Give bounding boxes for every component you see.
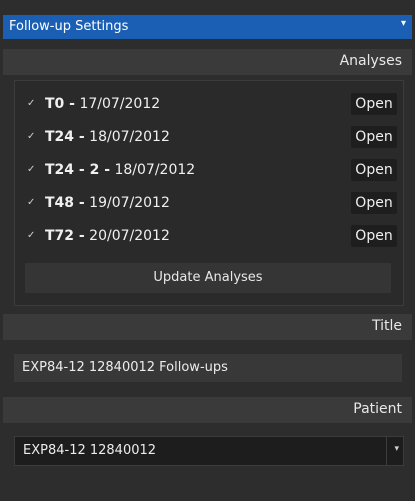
analysis-row: ✓ T24 - 18/07/2012 Open bbox=[15, 126, 403, 150]
check-icon: ✓ bbox=[27, 164, 36, 175]
patient-header-label: Patient bbox=[353, 401, 402, 417]
analyses-list: ✓ T0 - 17/07/2012 Open ✓ T24 - 18/07/201… bbox=[14, 80, 404, 306]
analysis-code: T24 - 2 - bbox=[45, 162, 111, 178]
analysis-date: 18/07/2012 bbox=[89, 129, 170, 145]
patient-selected-value: EXP84-12 12840012 bbox=[23, 443, 157, 458]
chevron-down-icon[interactable]: ▾ bbox=[394, 444, 399, 454]
update-analyses-button[interactable]: Update Analyses bbox=[25, 263, 391, 293]
open-analysis-button[interactable]: Open bbox=[351, 192, 397, 214]
analysis-row: ✓ T0 - 17/07/2012 Open bbox=[15, 93, 403, 117]
open-analysis-button[interactable]: Open bbox=[351, 126, 397, 148]
analysis-date: 18/07/2012 bbox=[114, 162, 196, 178]
analysis-row: ✓ T48 - 19/07/2012 Open bbox=[15, 192, 403, 216]
check-icon: ✓ bbox=[27, 197, 36, 208]
title-header-label: Title bbox=[371, 318, 402, 334]
panel-title: Follow-up Settings bbox=[9, 19, 129, 34]
analyses-header-label: Analyses bbox=[339, 53, 402, 69]
analysis-name[interactable]: T72 - 20/07/2012 bbox=[45, 228, 170, 244]
check-icon: ✓ bbox=[27, 98, 36, 109]
analysis-name[interactable]: T24 - 2 - 18/07/2012 bbox=[45, 162, 195, 178]
patient-header: Patient bbox=[3, 397, 412, 423]
analysis-name[interactable]: T24 - 18/07/2012 bbox=[45, 129, 170, 145]
analysis-row: ✓ T72 - 20/07/2012 Open bbox=[15, 225, 403, 249]
analysis-code: T24 - bbox=[45, 129, 85, 145]
analysis-date: 20/07/2012 bbox=[89, 228, 170, 244]
open-analysis-button[interactable]: Open bbox=[351, 93, 397, 115]
analysis-name[interactable]: T0 - 17/07/2012 bbox=[45, 96, 160, 112]
patient-select[interactable]: EXP84-12 12840012 ▾ bbox=[14, 436, 404, 466]
title-field[interactable]: EXP84-12 12840012 Follow-ups bbox=[14, 354, 402, 382]
analysis-date: 17/07/2012 bbox=[79, 96, 161, 112]
analysis-code: T72 - bbox=[45, 228, 85, 244]
analysis-date: 19/07/2012 bbox=[89, 195, 170, 211]
analyses-header: Analyses bbox=[3, 49, 412, 75]
collapse-caret-icon[interactable]: ▾ bbox=[401, 18, 406, 29]
title-header: Title bbox=[3, 314, 412, 340]
analysis-code: T48 - bbox=[45, 195, 85, 211]
open-analysis-button[interactable]: Open bbox=[351, 225, 397, 247]
analysis-row: ✓ T24 - 2 - 18/07/2012 Open bbox=[15, 159, 403, 183]
analysis-code: T0 - bbox=[45, 96, 75, 112]
check-icon: ✓ bbox=[27, 230, 36, 241]
follow-up-settings-panel: Follow-up Settings ▾ Analyses ✓ T0 - 17/… bbox=[0, 0, 415, 501]
title-field-value: EXP84-12 12840012 Follow-ups bbox=[22, 360, 228, 375]
panel-titlebar[interactable]: Follow-up Settings ▾ bbox=[3, 15, 412, 39]
analysis-name[interactable]: T48 - 19/07/2012 bbox=[45, 195, 170, 211]
select-divider bbox=[386, 437, 387, 465]
check-icon: ✓ bbox=[27, 131, 36, 142]
open-analysis-button[interactable]: Open bbox=[351, 159, 397, 181]
